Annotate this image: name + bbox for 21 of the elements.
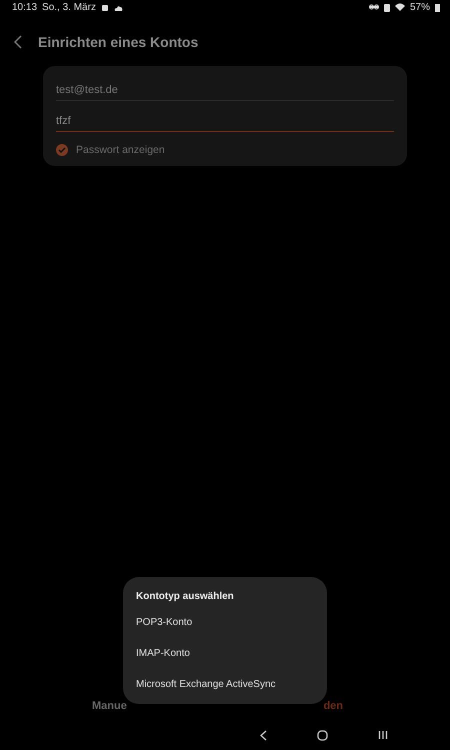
status-time: 10:13 <box>12 2 38 12</box>
recent-apps-icon[interactable] <box>378 730 388 740</box>
account-type-option[interactable]: IMAP-Konto <box>136 648 314 679</box>
password-field[interactable]: tfzf <box>56 111 394 132</box>
cloud-icon <box>114 4 123 10</box>
account-type-option[interactable]: POP3-Konto <box>136 617 314 648</box>
manual-setup-button[interactable]: Manue <box>92 698 127 714</box>
battery-level: 57% <box>410 2 430 12</box>
show-password-checkbox[interactable] <box>56 144 68 156</box>
show-password-label: Passwort anzeigen <box>76 144 165 156</box>
checkmark-icon <box>58 147 66 153</box>
page-title: Einrichten eines Kontos <box>38 34 198 50</box>
account-type-option[interactable]: Microsoft Exchange ActiveSync <box>136 679 314 690</box>
link-icon <box>368 4 379 10</box>
home-icon[interactable] <box>317 730 328 740</box>
email-field[interactable]: test@test.de <box>56 80 394 101</box>
status-date: So., 3. März <box>42 2 96 12</box>
battery-icon <box>435 2 440 12</box>
wifi-icon <box>394 3 405 11</box>
back-icon[interactable] <box>260 730 267 740</box>
dialog-title: Kontotyp auswählen <box>136 591 235 602</box>
